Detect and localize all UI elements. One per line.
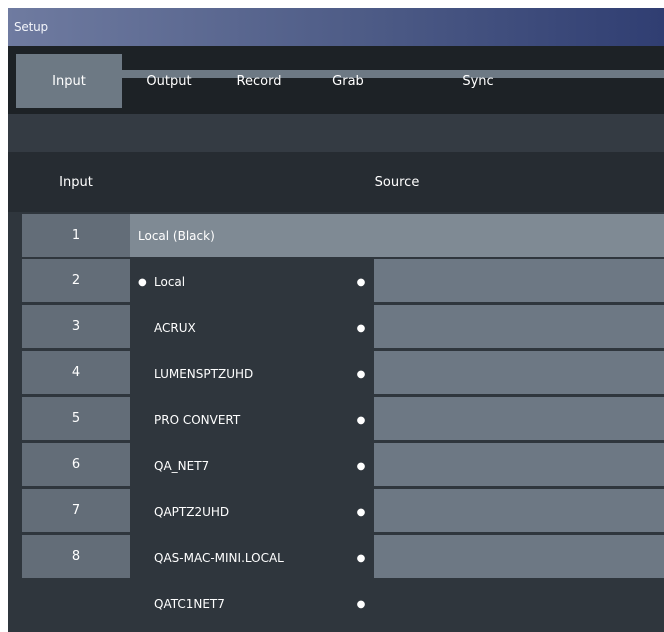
row-number: 4 (22, 351, 130, 394)
dropdown-item-local[interactable]: ● Local ● (130, 259, 374, 305)
row-number: 8 (22, 535, 130, 578)
dropdown-item-label: QAPTZ2UHD (154, 505, 230, 519)
dropdown-item-qatc1net7[interactable]: QATC1NET7 ● (130, 581, 374, 627)
dropdown-item-qa-net7[interactable]: QA_NET7 ● (130, 443, 374, 489)
dropdown-item-acrux[interactable]: ACRUX ● (130, 305, 374, 351)
dropdown-item-pro-convert[interactable]: PRO CONVERT ● (130, 397, 374, 443)
dropdown-item-label: Local (154, 275, 186, 289)
submenu-dot-icon: ● (356, 414, 366, 426)
source-select-row-1[interactable]: Local (Black) (130, 214, 664, 257)
tab-grab-label: Grab (332, 73, 364, 89)
column-header-source: Source (374, 174, 420, 190)
title-bar[interactable]: Setup (8, 8, 664, 46)
tab-output-label: Output (146, 73, 192, 89)
row-number: 3 (22, 305, 130, 348)
setup-window: Setup Input Output Record Grab Sync Inpu… (8, 8, 664, 632)
dropdown-item-label: ACRUX (154, 321, 196, 335)
window-title: Setup (14, 20, 48, 34)
submenu-dot-icon: ● (356, 506, 366, 518)
source-dropdown: ● Local ● ACRUX ● LUMENSPTZUHD ● PRO CON… (130, 259, 374, 632)
row-number: 1 (22, 214, 130, 257)
dropdown-item-label: QATC1NET7 (154, 597, 225, 611)
dropdown-item-label: QAS-MAC-MINI.LOCAL (154, 551, 284, 565)
tab-output[interactable]: Output (124, 54, 214, 108)
tab-record[interactable]: Record (216, 54, 302, 108)
submenu-dot-icon: ● (356, 460, 366, 472)
row-number: 6 (22, 443, 130, 486)
submenu-dot-icon: ● (356, 322, 366, 334)
bullet-check-icon: ● (138, 276, 147, 288)
toolbar-band (8, 114, 664, 152)
tab-input-label: Input (52, 73, 86, 89)
tab-input[interactable]: Input (16, 54, 122, 108)
tab-grab[interactable]: Grab (320, 54, 376, 108)
submenu-dot-icon: ● (356, 276, 366, 288)
tab-record-label: Record (236, 73, 282, 89)
tab-sync-label: Sync (462, 73, 494, 89)
row-number: 2 (22, 259, 130, 302)
dropdown-item-qas-mac-mini[interactable]: QAS-MAC-MINI.LOCAL ● (130, 535, 374, 581)
row-number: 7 (22, 489, 130, 532)
dropdown-item-label: PRO CONVERT (154, 413, 241, 427)
submenu-dot-icon: ● (356, 598, 366, 610)
dropdown-item-lumensptzuhd[interactable]: LUMENSPTZUHD ● (130, 351, 374, 397)
column-header-input: Input (59, 174, 93, 190)
dropdown-item-qaptz2uhd[interactable]: QAPTZ2UHD ● (130, 489, 374, 535)
selected-source-label: Local (Black) (138, 228, 215, 243)
dropdown-item-label: QA_NET7 (154, 459, 210, 473)
submenu-dot-icon: ● (356, 368, 366, 380)
tab-sync[interactable]: Sync (448, 54, 508, 108)
row-number: 5 (22, 397, 130, 440)
submenu-dot-icon: ● (356, 552, 366, 564)
dropdown-item-label: LUMENSPTZUHD (154, 367, 254, 381)
